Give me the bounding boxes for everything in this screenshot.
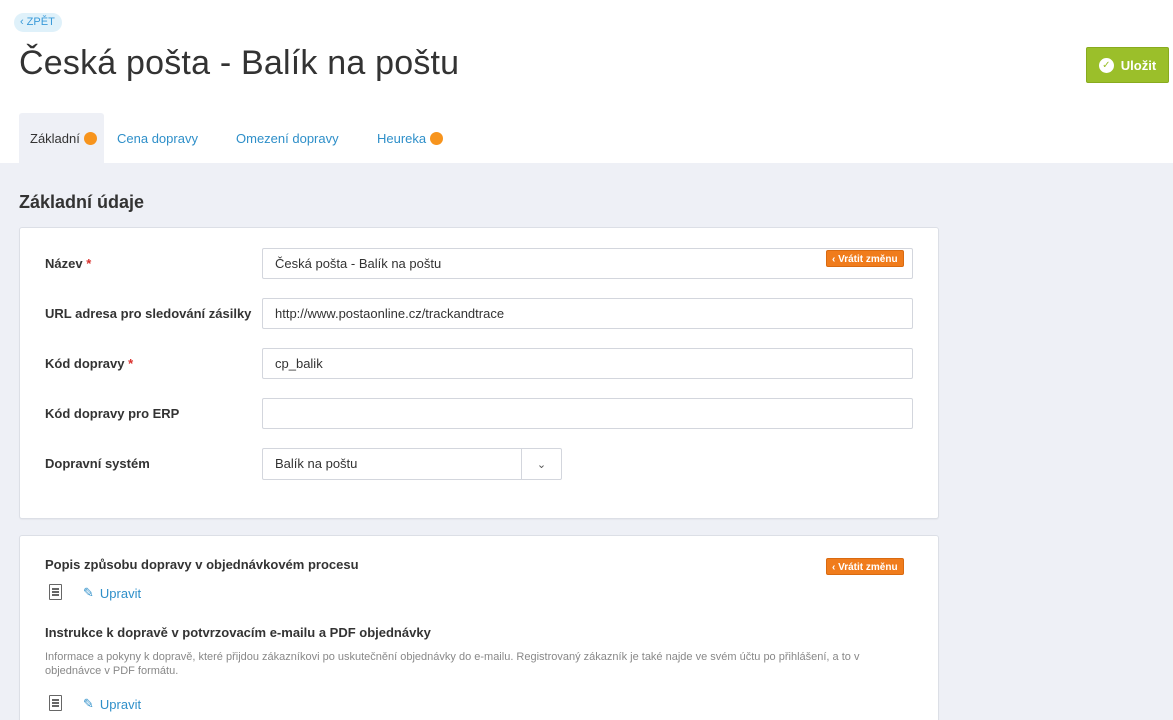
back-link[interactable]: ‹ ZPĚT bbox=[14, 13, 62, 32]
descriptions-card: Popis způsobu dopravy v objednávkovém pr… bbox=[19, 535, 939, 720]
field-row-erp: Kód dopravy pro ERP bbox=[20, 398, 940, 430]
field-row-code: Kód dopravy * cp_balik bbox=[20, 348, 940, 380]
tracking-url-input[interactable]: http://www.postaonline.cz/trackandtrace bbox=[262, 298, 913, 329]
warning-dot-icon bbox=[430, 131, 444, 145]
chevron-down-icon[interactable]: ⌄ bbox=[521, 449, 561, 479]
field-row-system: Dopravní systém Balík na poštu ⌄ bbox=[20, 448, 940, 480]
tab-label: Omezení dopravy bbox=[236, 130, 339, 146]
tab-label: Základní bbox=[30, 130, 80, 146]
field-label: Kód dopravy pro ERP bbox=[45, 406, 180, 421]
field-row-name: Název * Česká pošta - Balík na poštu ‹ V… bbox=[20, 248, 940, 280]
edit-instructions-link[interactable]: ✎ Upravit bbox=[83, 696, 141, 712]
tab-omezeni-dopravy[interactable]: Omezení dopravy bbox=[222, 113, 363, 163]
edit-description-link[interactable]: ✎ Upravit bbox=[83, 585, 141, 601]
pencil-icon: ✎ bbox=[83, 585, 94, 600]
instructions-title: Instrukce k dopravě v potvrzovacím e-mai… bbox=[45, 625, 431, 640]
select-value: Balík na poštu bbox=[275, 456, 358, 471]
shipping-code-input[interactable]: cp_balik bbox=[262, 348, 913, 379]
save-button[interactable]: ✓ Uložit bbox=[1086, 47, 1169, 83]
chevron-left-icon: ‹ bbox=[20, 16, 24, 28]
tab-label: Cena dopravy bbox=[117, 130, 198, 146]
save-label: Uložit bbox=[1120, 57, 1157, 73]
document-icon bbox=[49, 695, 62, 711]
description-title: Popis způsobu dopravy v objednávkovém pr… bbox=[45, 557, 359, 572]
erp-code-input[interactable] bbox=[262, 398, 913, 429]
field-row-url: URL adresa pro sledování zásilky http://… bbox=[20, 298, 940, 330]
field-label: Kód dopravy * bbox=[45, 356, 134, 371]
tab-label: Heureka bbox=[377, 130, 427, 146]
field-label: URL adresa pro sledování zásilky bbox=[45, 306, 252, 321]
edit-label: Upravit bbox=[99, 696, 142, 712]
revert-button[interactable]: ‹ Vrátit změnu bbox=[826, 250, 904, 267]
document-icon bbox=[49, 584, 62, 600]
instructions-help-text: Informace a pokyny k dopravě, které přij… bbox=[45, 651, 860, 677]
tab-heureka[interactable]: Heureka bbox=[363, 113, 453, 163]
pencil-icon: ✎ bbox=[83, 696, 94, 711]
page-header: ‹ ZPĚT Česká pošta - Balík na poštu ✓ Ul… bbox=[0, 0, 1173, 163]
field-label: Dopravní systém bbox=[45, 456, 150, 471]
page-title: Česká pošta - Balík na poštu bbox=[19, 44, 460, 82]
back-label: ZPĚT bbox=[26, 16, 55, 28]
tab-cena-dopravy[interactable]: Cena dopravy bbox=[104, 113, 222, 163]
warning-dot-icon bbox=[83, 131, 97, 145]
basic-info-card: Název * Česká pošta - Balík na poštu ‹ V… bbox=[19, 227, 939, 519]
tab-zakladni[interactable]: Základní bbox=[19, 113, 104, 163]
main-content: Základní údaje Název * Česká pošta - Bal… bbox=[0, 163, 1173, 720]
section-title: Základní údaje bbox=[19, 192, 145, 212]
shipping-system-select[interactable]: Balík na poštu ⌄ bbox=[262, 448, 562, 480]
tab-bar: Základní Cena dopravy Omezení dopravy He… bbox=[19, 113, 453, 163]
check-circle-icon: ✓ bbox=[1098, 57, 1114, 73]
name-input[interactable]: Česká pošta - Balík na poštu bbox=[262, 248, 913, 279]
field-label: Název * bbox=[45, 256, 92, 271]
edit-label: Upravit bbox=[99, 585, 142, 601]
revert-button[interactable]: ‹ Vrátit změnu bbox=[826, 558, 904, 575]
